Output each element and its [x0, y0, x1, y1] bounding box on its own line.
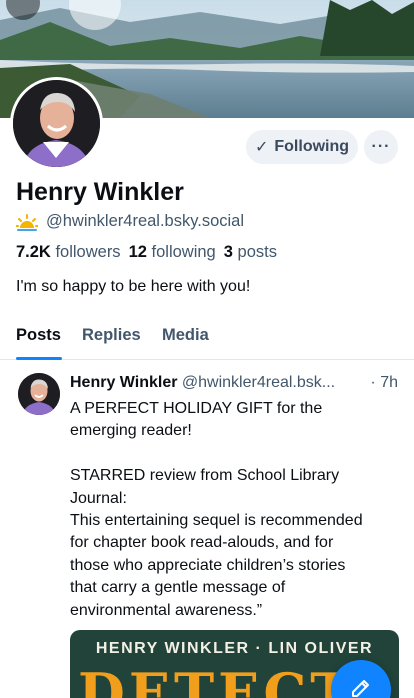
profile-handle: @hwinkler4real.bsky.social: [46, 212, 245, 230]
posts-count: 3: [223, 243, 233, 261]
display-name: Henry Winkler: [16, 178, 184, 206]
post-text: A PERFECT HOLIDAY GIFT for the emerging …: [70, 400, 363, 619]
active-tab-indicator: [16, 357, 62, 360]
post-header: Henry Winkler @hwinkler4real.bsk... · 7h: [70, 374, 400, 392]
more-options-button[interactable]: ···: [364, 130, 398, 164]
post-author-handle[interactable]: @hwinkler4real.bsk...: [182, 374, 335, 391]
post-author-avatar[interactable]: [18, 373, 60, 415]
following-button[interactable]: ✓ Following: [246, 130, 358, 164]
following-label: following: [151, 243, 216, 261]
sun-icon: [16, 213, 38, 231]
profile-tabs: Posts Replies Media: [0, 318, 414, 360]
profile-stats: 7.2K followers 12 following 3 posts: [16, 243, 277, 262]
posts-label: posts: [237, 243, 277, 261]
followers-count: 7.2K: [16, 243, 51, 261]
followers-link[interactable]: 7.2K followers: [16, 243, 121, 261]
followers-label: followers: [55, 243, 121, 261]
feed-post[interactable]: Henry Winkler @hwinkler4real.bsk... · 7h…: [0, 361, 414, 698]
profile-avatar[interactable]: [10, 77, 103, 170]
following-count: 12: [128, 243, 147, 261]
tab-replies[interactable]: Replies: [82, 326, 141, 345]
handle-row: @hwinkler4real.bsky.social: [16, 212, 244, 231]
post-author-name[interactable]: Henry Winkler: [70, 374, 177, 391]
following-link[interactable]: 12 following: [129, 243, 216, 261]
compose-icon: [352, 680, 369, 697]
profile-bio: I'm so happy to be here with you!: [16, 278, 251, 295]
following-button-label: Following: [274, 138, 350, 155]
book-cover-authors: HENRY WINKLER · LIN OLIVER: [95, 640, 374, 657]
post-timestamp[interactable]: · 7h: [370, 374, 398, 392]
tab-media[interactable]: Media: [162, 326, 209, 345]
tab-posts[interactable]: Posts: [16, 326, 61, 345]
check-icon: ✓: [254, 139, 269, 156]
more-icon: ···: [371, 138, 391, 155]
